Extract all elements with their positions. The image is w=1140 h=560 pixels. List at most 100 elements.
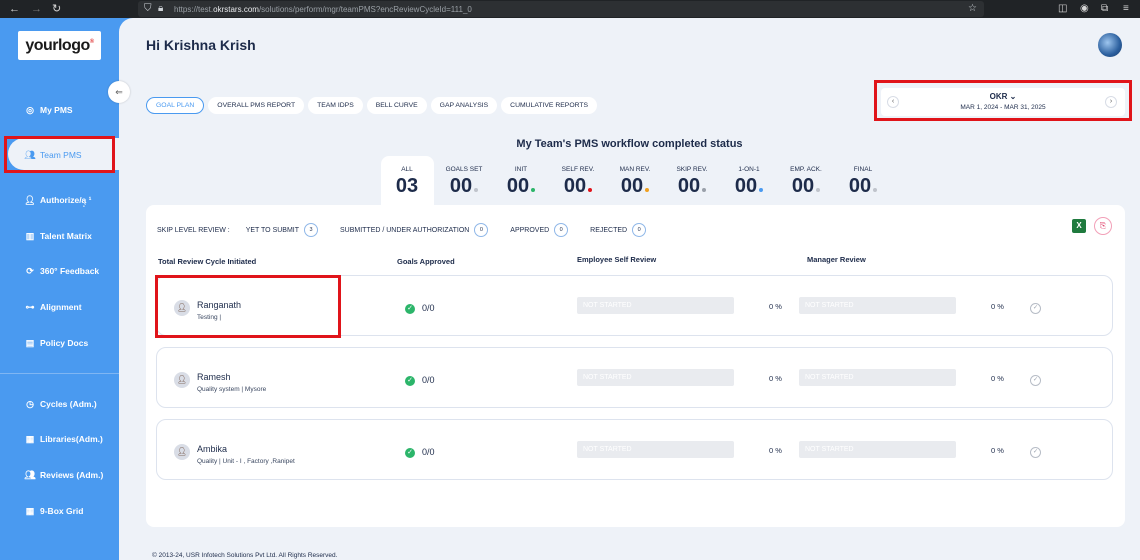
skip-filter-submitted[interactable]: SUBMITTED / UNDER AUTHORIZATION [340, 227, 469, 234]
check-circle-icon: ✓ [405, 304, 415, 314]
status-dot [474, 188, 479, 192]
review-complete-icon[interactable]: ✓ [1030, 375, 1041, 386]
pdf-export-icon[interactable]: ⎘ [1094, 217, 1112, 235]
tab-goal-plan[interactable]: GOAL PLAN [146, 97, 205, 114]
tab-team-idps[interactable]: TEAM IDPS [308, 97, 363, 114]
self-review-status: NOT STARTED [577, 441, 734, 458]
address-bar[interactable]: ⛉ 🔒︎ https://test.okrstars.com/solutions… [138, 1, 984, 17]
skip-filter-yet-to-submit[interactable]: YET TO SUBMIT [246, 227, 299, 234]
table-row[interactable]: 👤︎ Ramesh Quality system | Mysore ✓ 0/0 … [156, 347, 1113, 408]
check-circle-icon: ✓ [405, 376, 415, 386]
pocket-icon[interactable]: ◫ [1058, 3, 1067, 14]
forward-icon[interactable]: → [31, 3, 42, 15]
sidebar-item-talent-matrix[interactable]: ▥ Talent Matrix [24, 231, 92, 247]
matrix-icon: ▥ [25, 231, 35, 241]
workflow-title: My Team's PMS workflow completed status [516, 138, 743, 150]
sidebar-item-label: Alignment [40, 302, 82, 312]
self-review-status: NOT STARTED [577, 369, 734, 386]
skip-level-review: SKIP LEVEL REVIEW : YET TO SUBMIT 3 SUBMI… [157, 223, 666, 237]
cycles-icon: ◷ [26, 399, 34, 409]
sidebar-item-label: 360° Feedback [40, 266, 100, 276]
shield-icon: ⛉ [144, 3, 152, 14]
stat-value: 00 [563, 175, 587, 197]
status-dot [873, 188, 878, 192]
sidebar: yourlogo® ◎ My PMS 👥︎ Team PMS 👤︎ Authorize… [0, 18, 119, 560]
stat-value: 00 [677, 175, 701, 197]
menu-icon[interactable]: ≡ [1123, 3, 1129, 14]
review-complete-icon[interactable]: ✓ [1030, 447, 1041, 458]
feedback-icon: ⟳ [26, 266, 34, 276]
table-row[interactable]: 👤︎ Ambika Quality | Unit - I , Factory ,… [156, 419, 1113, 480]
count-badge: 0 [554, 223, 569, 237]
pms-icon: ◎ [26, 105, 34, 115]
stat-skip-rev[interactable]: SKIP REV. 00 [662, 166, 722, 198]
stat-all[interactable]: ALL 03 [377, 166, 437, 198]
sidebar-item-label: 9-Box Grid [40, 506, 84, 516]
tab-gap-analysis[interactable]: GAP ANALYSIS [430, 97, 498, 114]
skip-filter-approved[interactable]: APPROVED [510, 227, 549, 234]
sidebar-item-cycles[interactable]: ◷ Cycles (Adm.) [24, 399, 97, 415]
count-badge: 0 [632, 223, 647, 237]
employee-name[interactable]: Ramesh [197, 372, 231, 382]
stat-goals-set[interactable]: GOALS SET 00 [434, 166, 494, 198]
sidebar-item-label: Reviews (Adm.) [40, 470, 104, 480]
employee-avatar: 👤︎ [174, 444, 190, 460]
sidebar-item-authorize[interactable]: 👤︎ Authorize/ą̥ ¹ [24, 195, 91, 211]
self-review-percent: 0 % [769, 374, 782, 383]
sidebar-item-360-feedback[interactable]: ⟳ 360° Feedback [24, 266, 99, 282]
employee-name[interactable]: Ambika [197, 444, 227, 454]
sidebar-item-alignment[interactable]: ⊶ Alignment [24, 302, 82, 318]
collapse-sidebar-icon[interactable]: ⇐ [108, 81, 130, 103]
sidebar-divider [0, 373, 119, 374]
bookmark-star-icon[interactable]: ☆ [968, 3, 977, 14]
highlight-box-first-employee [155, 275, 341, 338]
team-review-card: SKIP LEVEL REVIEW : YET TO SUBMIT 3 SUBMI… [146, 205, 1125, 527]
sidebar-item-reviews[interactable]: 👥︎ Reviews (Adm.) [24, 470, 103, 486]
highlight-box-team-pms [4, 136, 115, 173]
stat-final[interactable]: FINAL 00 [833, 166, 893, 198]
header-review-cycle: Total Review Cycle Initiated [158, 257, 257, 266]
manager-review-status: NOT STARTED [799, 297, 956, 314]
tab-bell-curve[interactable]: BELL CURVE [366, 97, 427, 114]
stat-self-rev[interactable]: SELF REV. 00 [548, 166, 608, 198]
sidebar-item-my-pms[interactable]: ◎ My PMS [24, 105, 73, 121]
count-badge: 0 [474, 223, 489, 237]
check-circle-icon: ✓ [405, 448, 415, 458]
highlight-box-cycle-selector [874, 80, 1132, 121]
sidebar-item-9-box-grid[interactable]: ▦ 9-Box Grid [24, 506, 84, 522]
stat-init[interactable]: INIT 00 [491, 166, 551, 198]
manager-review-percent: 0 % [991, 302, 1004, 311]
logo[interactable]: yourlogo® [18, 31, 101, 60]
stat-value: 00 [734, 175, 758, 197]
reload-icon[interactable]: ↻ [52, 3, 61, 15]
tab-cumulative-reports[interactable]: CUMULATIVE REPORTS [501, 97, 598, 114]
stat-emp-ack[interactable]: EMP. ACK. 00 [776, 166, 836, 198]
review-complete-icon[interactable]: ✓ [1030, 303, 1041, 314]
status-dot [702, 188, 707, 192]
avatar[interactable] [1098, 33, 1122, 57]
skip-filter-rejected[interactable]: REJECTED [590, 227, 627, 234]
account-icon[interactable]: ◉ [1080, 3, 1089, 14]
sidebar-item-libraries[interactable]: ▦ Libraries(Adm.) [24, 434, 103, 450]
status-dot [531, 188, 536, 192]
stat-label: GOALS SET [445, 166, 483, 173]
stat-one-on-one[interactable]: 1-ON-1 00 [719, 166, 779, 198]
status-dot [759, 188, 764, 192]
employee-avatar: 👤︎ [174, 372, 190, 388]
status-dot [816, 188, 821, 192]
excel-export-icon[interactable]: X [1072, 219, 1086, 233]
tab-overall-pms-report[interactable]: OVERALL PMS REPORT [208, 97, 305, 114]
back-icon[interactable]: ← [9, 3, 20, 15]
browser-toolbar: ← → ↻ ⛉ 🔒︎ https://test.okrstars.com/sol… [0, 0, 1140, 18]
self-review-percent: 0 % [769, 302, 782, 311]
goals-approved-value: 0/0 [422, 375, 435, 385]
url-text: https://test.okrstars.com/solutions/perf… [174, 5, 472, 14]
stat-label: 1-ON-1 [738, 166, 760, 173]
stat-man-rev[interactable]: MAN REV. 00 [605, 166, 665, 198]
header-goals-approved: Goals Approved [397, 257, 455, 266]
stat-value: 00 [449, 175, 473, 197]
stat-label: ALL [401, 166, 413, 173]
extensions-icon[interactable]: ⧉ [1101, 3, 1108, 14]
sidebar-item-policy-docs[interactable]: ▤ Policy Docs [24, 338, 88, 354]
sidebar-item-label: Libraries(Adm.) [40, 434, 103, 444]
